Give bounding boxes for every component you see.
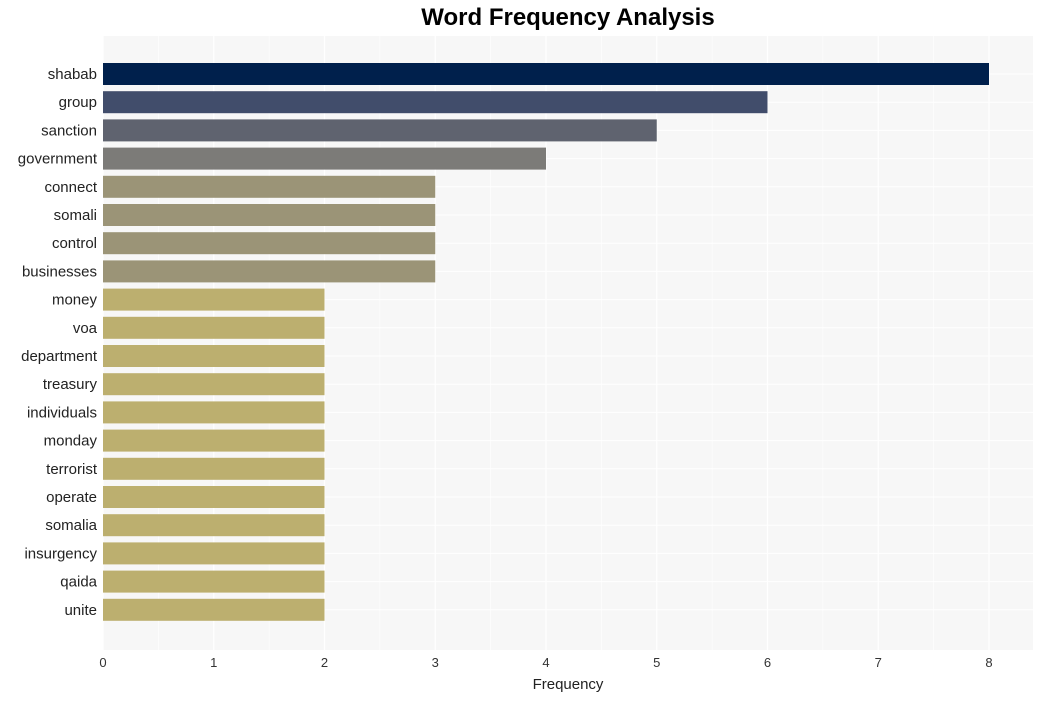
category-label: somali bbox=[54, 207, 97, 224]
bar-control bbox=[103, 232, 436, 255]
x-tick-label: 5 bbox=[653, 655, 660, 670]
x-tick-labels: 0 1 2 3 4 5 6 7 8 bbox=[99, 655, 992, 670]
category-label: monday bbox=[44, 433, 98, 450]
bar-money bbox=[103, 288, 325, 311]
category-label: connect bbox=[44, 179, 97, 196]
category-label: terrorist bbox=[46, 461, 98, 478]
category-label: sanction bbox=[41, 122, 97, 139]
category-label: voa bbox=[73, 320, 98, 337]
category-label: government bbox=[18, 151, 98, 168]
bar-somali bbox=[103, 204, 436, 226]
bar-department bbox=[103, 345, 325, 367]
category-label: money bbox=[52, 292, 98, 309]
bar-operate bbox=[103, 486, 325, 508]
bar-somalia bbox=[103, 514, 325, 537]
bar-treasury bbox=[103, 373, 325, 396]
category-label: control bbox=[52, 235, 97, 252]
x-tick-label: 2 bbox=[321, 655, 328, 670]
category-label: group bbox=[59, 94, 97, 111]
category-label: businesses bbox=[22, 263, 97, 280]
category-label: individuals bbox=[27, 404, 97, 421]
bar-voa bbox=[103, 316, 325, 339]
category-label: treasury bbox=[43, 376, 98, 393]
x-tick-label: 6 bbox=[764, 655, 771, 670]
bar-chart: shabab group sanction government connect soma… bbox=[18, 36, 1033, 693]
category-label: insurgency bbox=[24, 545, 97, 562]
x-tick-label: 7 bbox=[875, 655, 882, 670]
bar-businesses bbox=[103, 260, 436, 283]
bar-terrorist bbox=[103, 457, 325, 480]
x-tick-label: 3 bbox=[432, 655, 439, 670]
category-label: qaida bbox=[60, 574, 97, 591]
x-axis-title: Frequency bbox=[533, 676, 604, 693]
bar-individuals bbox=[103, 401, 325, 424]
bar-monday bbox=[103, 429, 325, 452]
bar-connect bbox=[103, 175, 436, 198]
x-tick-label: 0 bbox=[99, 655, 106, 670]
bar-government bbox=[103, 147, 546, 170]
bar-group bbox=[103, 91, 768, 114]
x-tick-label: 1 bbox=[210, 655, 217, 670]
x-tick-label: 8 bbox=[985, 655, 992, 670]
category-label: unite bbox=[64, 602, 97, 619]
x-tick-label: 4 bbox=[542, 655, 549, 670]
bar-qaida bbox=[103, 570, 325, 593]
bar-shabab bbox=[103, 63, 989, 85]
bar-sanction bbox=[103, 119, 657, 142]
category-label: operate bbox=[46, 489, 97, 506]
category-label: department bbox=[21, 348, 98, 365]
bar-insurgency bbox=[103, 542, 325, 565]
category-label: shabab bbox=[48, 66, 97, 83]
bar-unite bbox=[103, 598, 325, 621]
category-labels: shabab group sanction government connect soma… bbox=[18, 66, 98, 619]
category-label: somalia bbox=[45, 517, 97, 534]
